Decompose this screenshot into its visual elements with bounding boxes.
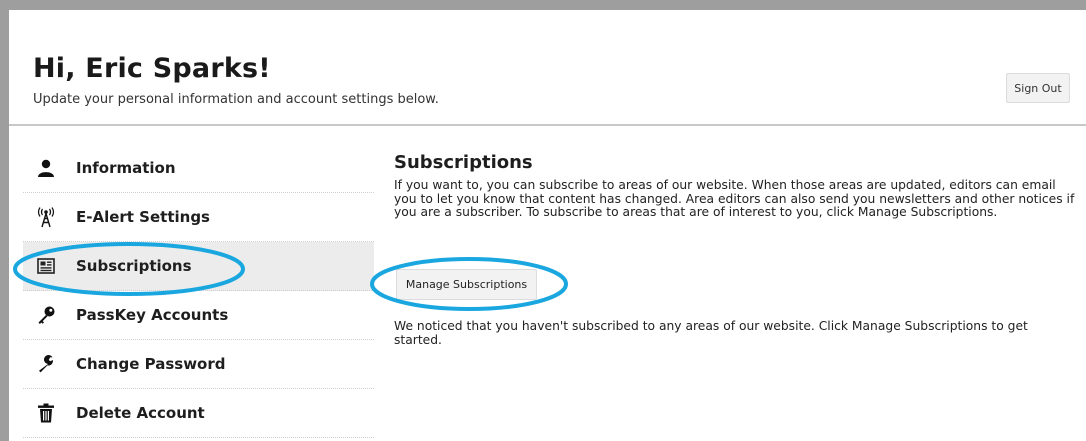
antenna-icon xyxy=(34,205,58,229)
sidebar-item-subscriptions[interactable]: Subscriptions xyxy=(23,242,374,291)
sidebar: Information E-Alert Settings Subscriptio… xyxy=(23,144,374,438)
sidebar-item-label: Information xyxy=(76,159,176,177)
sidebar-item-delete-account[interactable]: Delete Account xyxy=(23,389,374,438)
section-description: If you want to, you can subscribe to are… xyxy=(394,178,1075,220)
user-icon xyxy=(34,156,58,180)
page-title: Hi, Eric Sparks! xyxy=(33,53,271,84)
sidebar-item-information[interactable]: Information xyxy=(23,144,374,193)
sidebar-item-passkey-accounts[interactable]: PassKey Accounts xyxy=(23,291,374,340)
sidebar-item-label: E-Alert Settings xyxy=(76,208,210,226)
key-icon xyxy=(34,303,58,327)
trash-icon xyxy=(34,401,58,425)
sidebar-item-label: Delete Account xyxy=(76,404,205,422)
header-divider xyxy=(9,124,1086,126)
sidebar-item-e-alert-settings[interactable]: E-Alert Settings xyxy=(23,193,374,242)
wrench-icon xyxy=(34,352,58,376)
sidebar-item-label: PassKey Accounts xyxy=(76,306,229,324)
sidebar-item-change-password[interactable]: Change Password xyxy=(23,340,374,389)
newspaper-icon xyxy=(34,254,58,278)
sidebar-item-label: Change Password xyxy=(76,355,226,373)
no-subscriptions-notice: We noticed that you haven't subscribed t… xyxy=(394,319,1028,347)
sign-out-button[interactable]: Sign Out xyxy=(1006,73,1070,103)
sidebar-item-label: Subscriptions xyxy=(76,257,192,275)
manage-subscriptions-button[interactable]: Manage Subscriptions xyxy=(396,269,537,300)
section-title: Subscriptions xyxy=(394,152,533,173)
page-subtitle: Update your personal information and acc… xyxy=(33,92,439,107)
subscriptions-panel: Subscriptions If you want to, you can su… xyxy=(394,152,1079,346)
